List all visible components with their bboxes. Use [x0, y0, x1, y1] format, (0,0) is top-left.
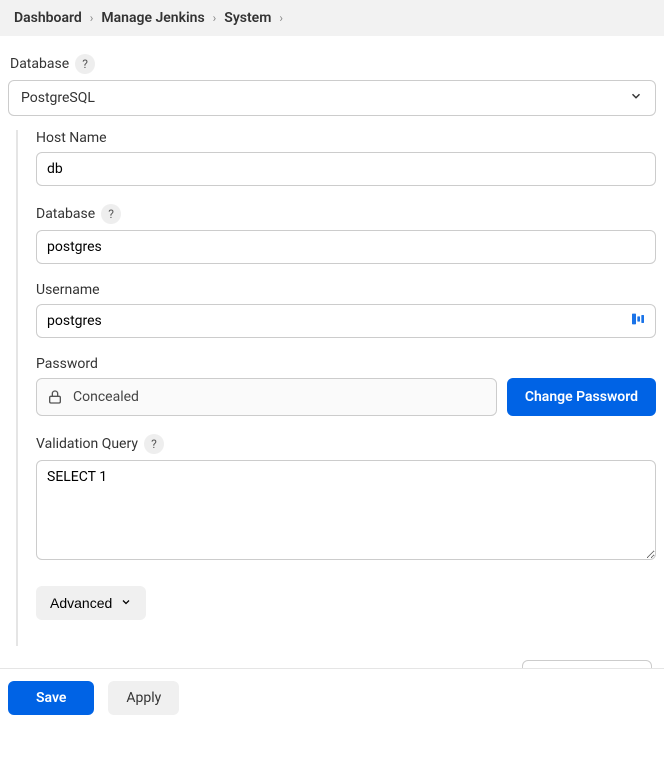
save-button[interactable]: Save [8, 681, 94, 715]
chevron-down-icon [629, 89, 643, 107]
password-label: Password [36, 356, 656, 372]
username-label-text: Username [36, 282, 100, 298]
advanced-button[interactable]: Advanced [36, 586, 146, 620]
validation-query-label: Validation Query ? [36, 434, 656, 454]
breadcrumb-item-dashboard[interactable]: Dashboard [14, 10, 82, 26]
username-group: Username [36, 282, 656, 338]
database-config-block: Host Name Database ? Username [16, 130, 656, 646]
chevron-right-icon: › [279, 11, 283, 25]
database-label-text: Database [10, 56, 69, 72]
content-area: Database ? PostgreSQL Host Name Database… [0, 36, 664, 774]
chevron-right-icon: › [213, 11, 217, 25]
database-name-input[interactable] [36, 230, 656, 264]
hostname-group: Host Name [36, 130, 656, 186]
hostname-input[interactable] [36, 152, 656, 186]
password-display: Concealed [36, 378, 497, 416]
password-concealed-text: Concealed [73, 389, 139, 405]
database-section-label: Database ? [10, 54, 656, 74]
database-type-dropdown[interactable]: PostgreSQL [8, 80, 656, 116]
breadcrumb-item-system[interactable]: System [224, 10, 271, 26]
database-name-group: Database ? [36, 204, 656, 264]
change-password-button[interactable]: Change Password [507, 378, 656, 416]
validation-query-textarea[interactable]: SELECT 1 [36, 460, 656, 560]
breadcrumb: Dashboard › Manage Jenkins › System › [0, 0, 664, 36]
username-label: Username [36, 282, 656, 298]
database-type-value: PostgreSQL [21, 90, 95, 106]
password-group: Password Concealed Change Password [36, 356, 656, 416]
hostname-label-text: Host Name [36, 130, 107, 146]
validation-query-group: Validation Query ? SELECT 1 [36, 434, 656, 564]
lock-icon [47, 389, 63, 405]
username-input[interactable] [36, 304, 656, 338]
database-name-label: Database ? [36, 204, 656, 224]
password-label-text: Password [36, 356, 98, 372]
help-icon[interactable]: ? [144, 434, 164, 454]
hostname-label: Host Name [36, 130, 656, 146]
footer-bar: Save Apply [0, 668, 664, 727]
database-name-label-text: Database [36, 206, 95, 222]
validation-query-label-text: Validation Query [36, 436, 138, 452]
help-icon[interactable]: ? [101, 204, 121, 224]
apply-button[interactable]: Apply [108, 681, 179, 715]
breadcrumb-item-manage-jenkins[interactable]: Manage Jenkins [101, 10, 204, 26]
chevron-right-icon: › [90, 11, 94, 25]
advanced-button-label: Advanced [50, 595, 112, 611]
help-icon[interactable]: ? [75, 54, 95, 74]
chevron-down-icon [120, 595, 132, 611]
